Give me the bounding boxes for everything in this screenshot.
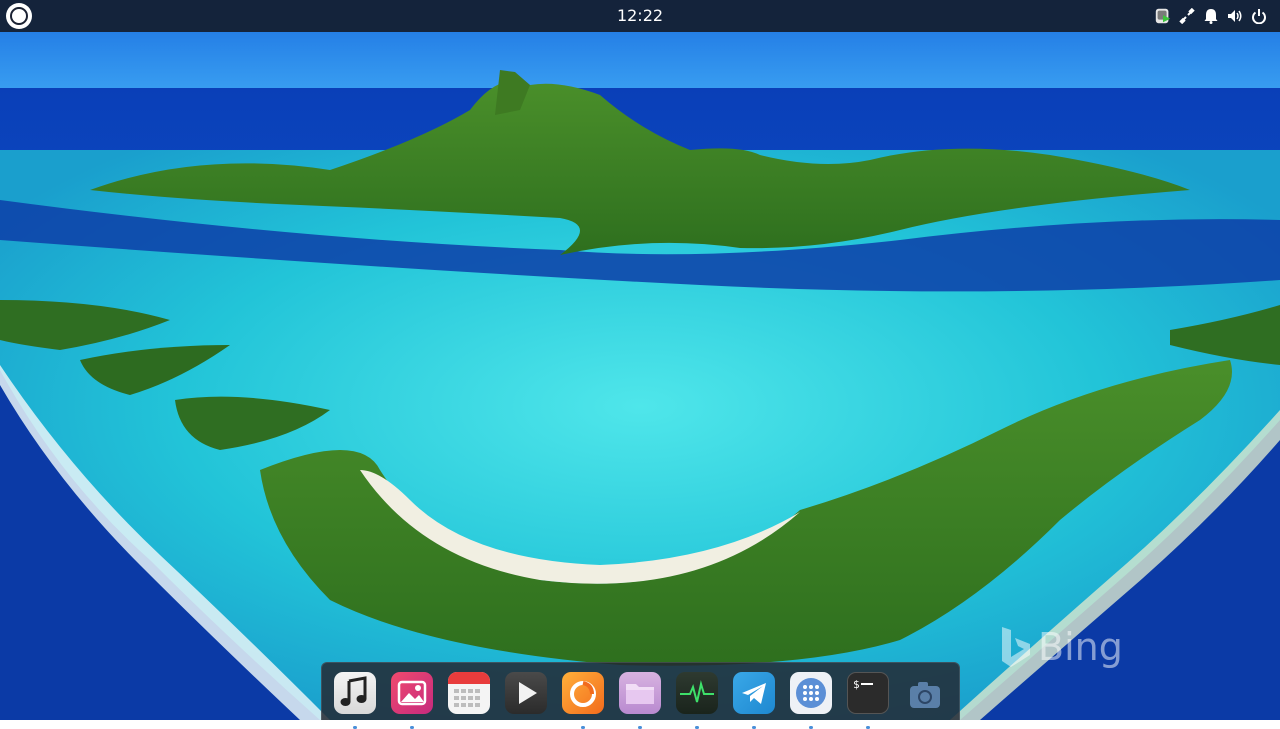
launcher-icon	[10, 7, 28, 25]
app-indicator-icon[interactable]	[1154, 7, 1172, 25]
network-icon[interactable]	[1178, 7, 1196, 25]
clock-container: 12:22	[0, 0, 1280, 32]
island-landscape	[0, 0, 1280, 720]
photo-icon	[391, 672, 433, 714]
bing-logo-icon	[1002, 627, 1030, 667]
svg-text:$: $	[853, 678, 860, 691]
dock-item-app-grid[interactable]	[790, 672, 832, 729]
grid-icon	[790, 672, 832, 714]
telegram-icon	[733, 672, 775, 714]
music-note-icon	[334, 672, 376, 714]
camera-icon	[904, 672, 946, 714]
dock-item-system-monitor[interactable]	[676, 672, 718, 729]
dock-item-terminal[interactable]: $	[847, 672, 889, 729]
activity-icon	[676, 672, 718, 714]
notification-bell-icon[interactable]	[1202, 7, 1220, 25]
dock-item-telegram[interactable]	[733, 672, 775, 729]
dock-item-photos[interactable]	[391, 672, 433, 729]
dock-item-video-player[interactable]	[505, 672, 547, 714]
dock: $	[321, 662, 960, 729]
power-icon[interactable]	[1250, 7, 1268, 25]
calendar-icon	[448, 672, 490, 714]
dock-item-calendar[interactable]	[448, 672, 490, 714]
bing-watermark-text: Bing	[1038, 625, 1123, 669]
system-tray	[1154, 4, 1268, 28]
terminal-icon: $	[847, 672, 889, 714]
dock-item-firefox[interactable]	[562, 672, 604, 729]
play-icon	[505, 672, 547, 714]
folder-icon	[619, 672, 661, 714]
clock[interactable]: 12:22	[617, 6, 663, 25]
top-panel: 12:22	[0, 0, 1280, 32]
volume-icon[interactable]	[1226, 7, 1244, 25]
launcher-button[interactable]	[6, 3, 32, 29]
dock-item-screenshot[interactable]	[904, 672, 946, 714]
bing-watermark: Bing	[998, 622, 1123, 672]
dock-item-files[interactable]	[619, 672, 661, 729]
dock-item-music[interactable]	[334, 672, 376, 729]
desktop-wallpaper	[0, 0, 1280, 720]
firefox-icon	[562, 672, 604, 714]
